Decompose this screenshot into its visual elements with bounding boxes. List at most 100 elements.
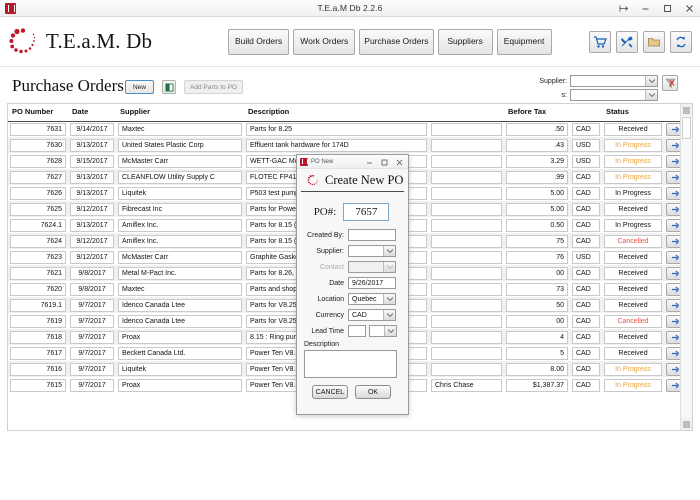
scroll-down-button[interactable]: [681, 418, 692, 430]
supplier-value: United States Plastic Corp: [118, 138, 242, 152]
chevron-down-icon: [645, 90, 657, 100]
col-status[interactable]: Status: [602, 104, 664, 122]
col-currency[interactable]: [570, 104, 602, 122]
nav-purchase-orders[interactable]: Purchase Orders: [359, 28, 434, 55]
col-before-tax[interactable]: Before Tax: [504, 104, 570, 122]
supplier-value: McMaster Carr: [118, 154, 242, 168]
folder-button[interactable]: [643, 30, 665, 53]
po-number-cell: 7627: [8, 169, 68, 185]
status-cell: In Progress: [602, 361, 664, 377]
table-row[interactable]: 7631 9/14/2017 Maxtec Parts for 8.25 .50 CAD R…: [8, 121, 692, 137]
dialog-minimize-button[interactable]: [362, 155, 377, 169]
maximize-window-button[interactable]: [656, 0, 678, 17]
row-detail-arrow-icon: [672, 254, 680, 260]
created-by-value: [431, 282, 502, 296]
po-number-input[interactable]: 7657: [343, 203, 390, 221]
date-value: 9/7/2017: [70, 362, 114, 376]
currency-cell: CAD: [570, 233, 602, 249]
nav-build-orders[interactable]: Build Orders: [228, 28, 290, 55]
date-value: 9/8/2017: [70, 282, 114, 296]
currency-cell: CAD: [570, 185, 602, 201]
supplier-value: Liquitek: [118, 186, 242, 200]
currency-cell: USD: [570, 249, 602, 265]
status-cell: In Progress: [602, 153, 664, 169]
table-vertical-scrollbar[interactable]: [680, 104, 692, 430]
before-tax-cell: 5: [504, 345, 570, 361]
nav-suppliers[interactable]: Suppliers: [437, 28, 493, 55]
brand: T.E.a.M. Db: [8, 27, 152, 57]
lead-time-unit-select[interactable]: [369, 325, 397, 337]
date-value: 9/12/2017: [70, 234, 114, 248]
dialog-maximize-button[interactable]: [377, 155, 392, 169]
description-textarea[interactable]: [304, 350, 397, 378]
status-cell: Cancelled: [602, 313, 664, 329]
sync-button[interactable]: [670, 30, 692, 53]
dialog-titlebar-text: PO New: [311, 158, 334, 165]
supplier-filter-row-2: s:: [531, 89, 658, 101]
po-number-cell: 7626: [8, 185, 68, 201]
chevron-down-icon: [383, 262, 395, 272]
location-select[interactable]: Quebec: [348, 293, 396, 305]
col-supplier[interactable]: Supplier: [116, 104, 244, 122]
col-date[interactable]: Date: [68, 104, 116, 122]
new-po-button[interactable]: New: [125, 80, 154, 94]
ok-button[interactable]: OK: [355, 385, 391, 399]
description-cell: Effluent tank hardware for 174D: [244, 137, 429, 153]
before-tax-cell: $1,387.37: [504, 377, 570, 393]
status-cell: In Progress: [602, 377, 664, 393]
created-by-field[interactable]: [348, 229, 396, 241]
col-po-number[interactable]: PO Number: [8, 104, 68, 122]
currency-label: Currency: [315, 311, 344, 319]
currency-cell: CAD: [570, 169, 602, 185]
row-detail-arrow-icon: [672, 382, 680, 388]
currency-select[interactable]: CAD: [348, 309, 396, 321]
dialog-close-button[interactable]: [392, 155, 407, 169]
secondary-filter-select[interactable]: [570, 89, 658, 101]
clear-filter-button[interactable]: [662, 75, 678, 91]
scrollbar-thumb[interactable]: [682, 117, 691, 139]
date-cell: 9/7/2017: [68, 361, 116, 377]
status-value: In Progress: [604, 154, 662, 168]
po-number-cell: 7619.1: [8, 297, 68, 313]
shopping-cart-button[interactable]: [589, 30, 611, 53]
status-value: In Progress: [604, 138, 662, 152]
supplier-cell: United States Plastic Corp: [116, 137, 244, 153]
date-field[interactable]: 9/26/2017: [348, 277, 396, 289]
po-number-cell: 7623: [8, 249, 68, 265]
supplier-select[interactable]: [348, 245, 396, 257]
col-created-by[interactable]: [429, 104, 504, 122]
export-excel-button[interactable]: [162, 80, 176, 94]
created-by-value: [431, 362, 502, 376]
date-cell: 9/12/2017: [68, 201, 116, 217]
supplier-filter-select[interactable]: [570, 75, 658, 87]
date-value: 9/8/2017: [70, 266, 114, 280]
pin-window-button[interactable]: [612, 0, 634, 17]
close-window-button[interactable]: [678, 0, 700, 17]
supplier-cell: Liquitek: [116, 361, 244, 377]
currency-cell: CAD: [570, 361, 602, 377]
po-number-cell: 7630: [8, 137, 68, 153]
date-cell: 9/13/2017: [68, 185, 116, 201]
tools-button[interactable]: [616, 30, 638, 53]
po-number-value: 7628: [10, 154, 66, 168]
page-actions: New Add Parts to PO: [125, 80, 243, 94]
created-by-cell: [429, 153, 504, 169]
table-row[interactable]: 7630 9/13/2017 United States Plastic Corp E…: [8, 137, 692, 153]
date-value: 9/12/2017: [70, 250, 114, 264]
nav-work-orders[interactable]: Work Orders: [293, 28, 356, 55]
date-cell: 9/7/2017: [68, 329, 116, 345]
scroll-up-button[interactable]: [681, 104, 692, 116]
date-cell: 9/8/2017: [68, 281, 116, 297]
add-parts-to-po-button[interactable]: Add Parts to PO: [184, 80, 243, 94]
nav-equipment[interactable]: Equipment: [496, 28, 552, 55]
brand-title: T.E.a.M. Db: [46, 29, 153, 53]
cancel-button[interactable]: CANCEL: [312, 385, 348, 399]
before-tax-value: 5.00: [506, 202, 568, 216]
minimize-window-button[interactable]: [634, 0, 656, 17]
col-description[interactable]: Description: [244, 104, 429, 122]
supplier-filter-row-1: Supplier:: [531, 75, 658, 87]
currency-row: Currency CAD: [302, 309, 401, 321]
lead-time-field[interactable]: [348, 325, 366, 337]
description-value: Effluent tank hardware for 174D: [246, 138, 427, 152]
date-value: 9/7/2017: [70, 378, 114, 392]
